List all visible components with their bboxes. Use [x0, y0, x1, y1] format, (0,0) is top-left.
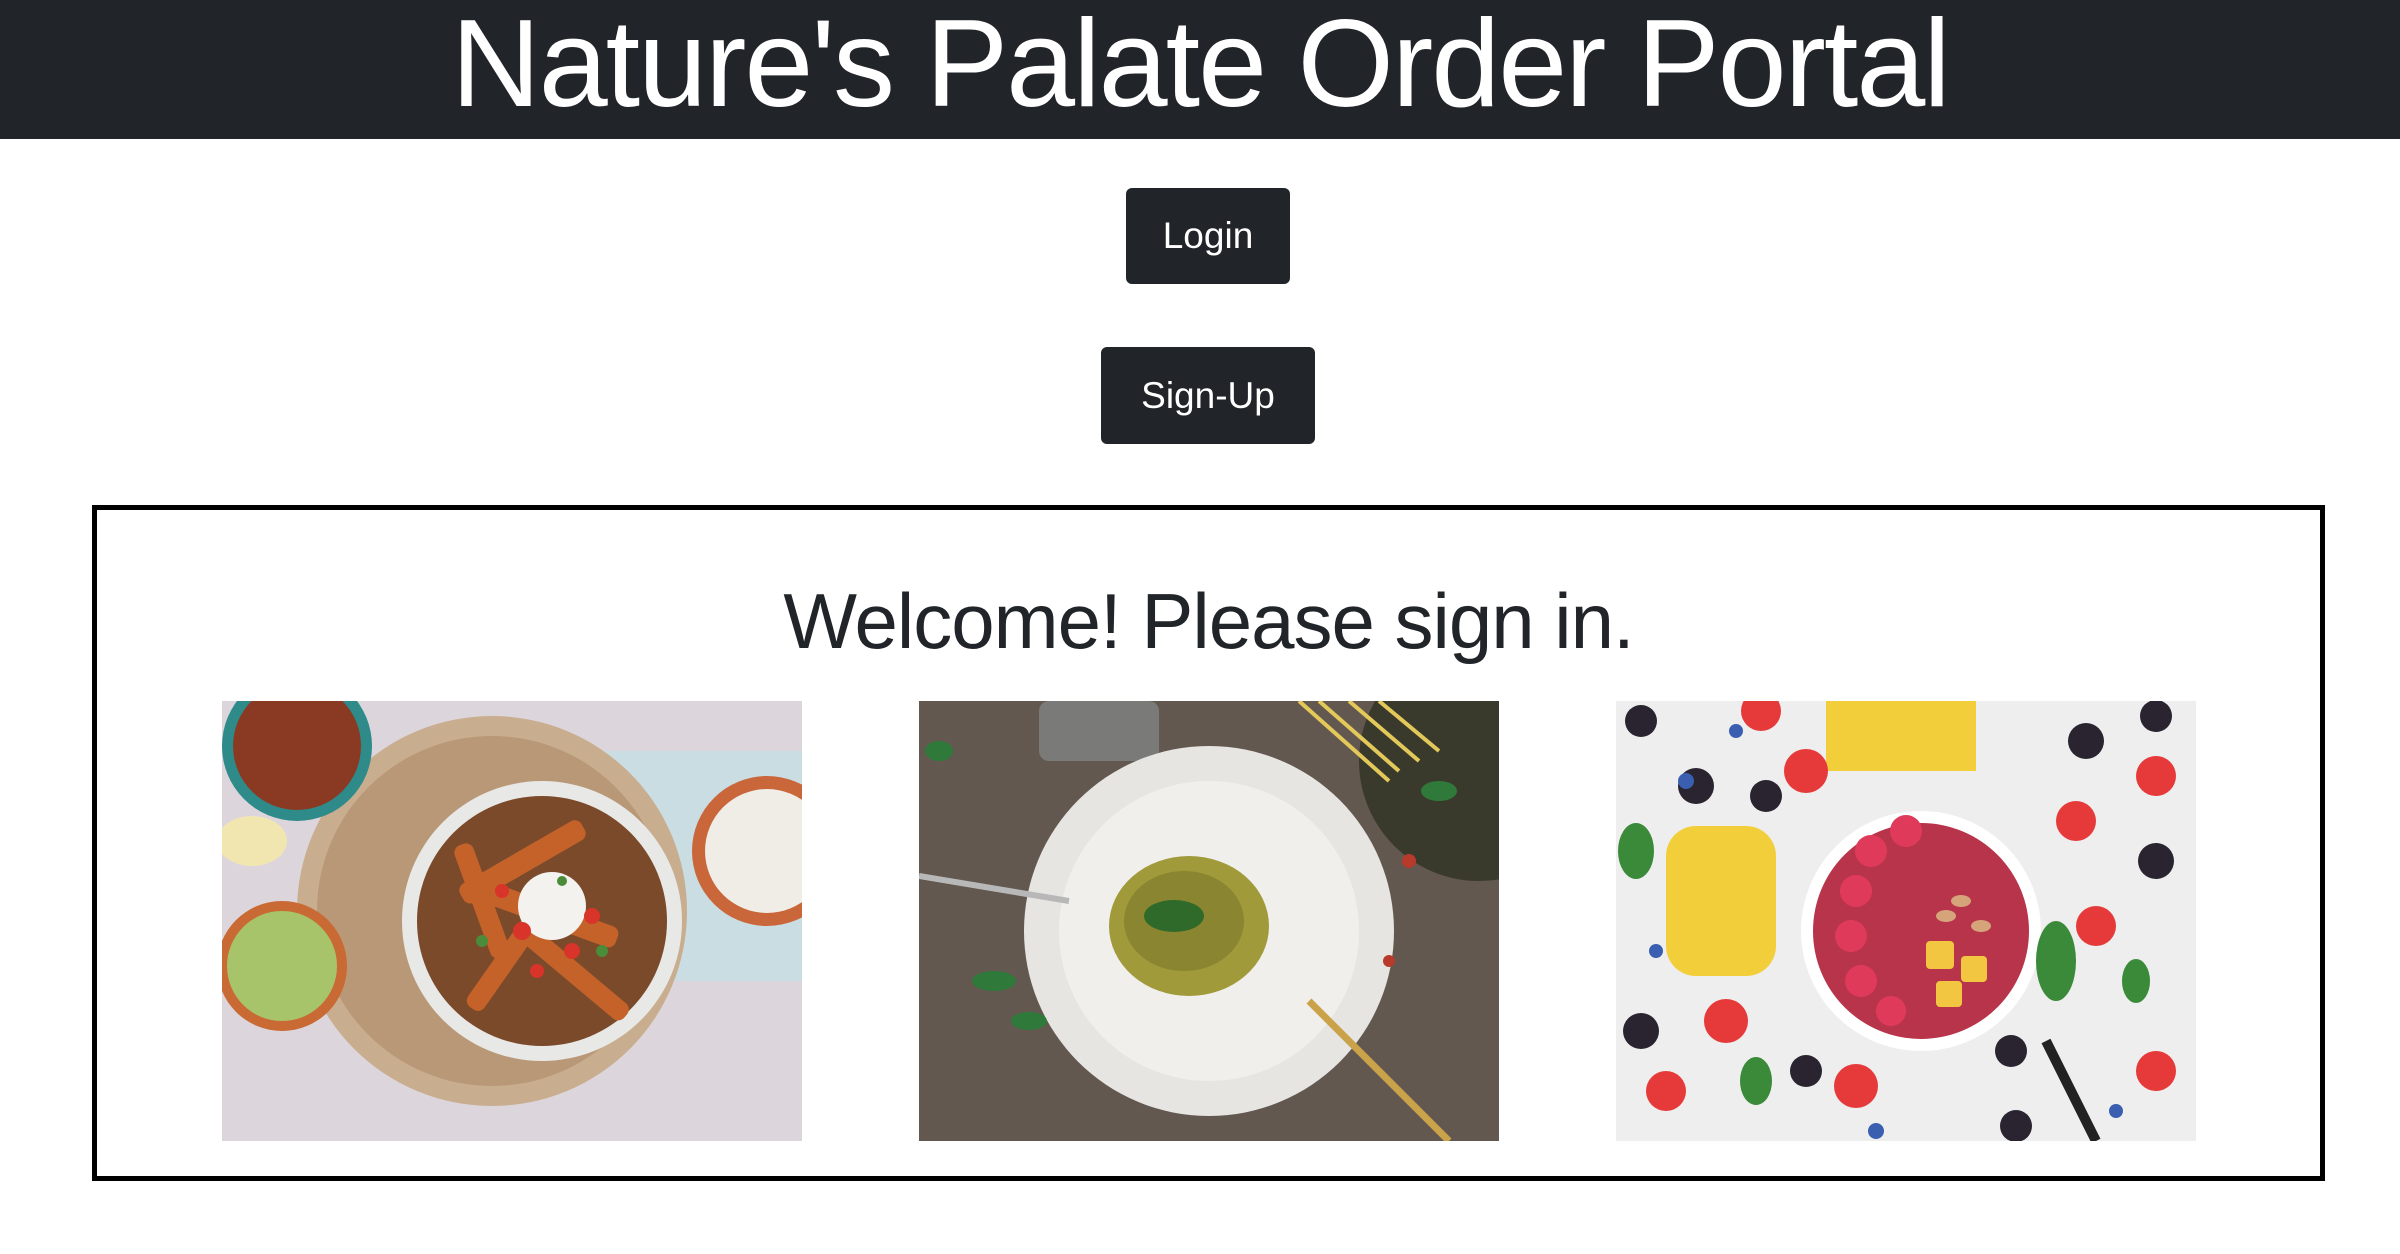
login-button[interactable]: Login	[1126, 188, 1290, 284]
food-photo-fries-bowl	[222, 701, 802, 1141]
site-header: Nature's Palate Order Portal	[0, 0, 2400, 139]
welcome-panel: Welcome! Please sign in.	[92, 505, 2325, 1181]
food-photo-pasta-plate	[919, 701, 1499, 1141]
food-photo-smoothie-bowl	[1616, 701, 2196, 1141]
sign-up-button[interactable]: Sign-Up	[1101, 347, 1315, 444]
site-title: Nature's Palate Order Portal	[451, 0, 1951, 133]
welcome-heading: Welcome! Please sign in.	[783, 577, 1634, 665]
